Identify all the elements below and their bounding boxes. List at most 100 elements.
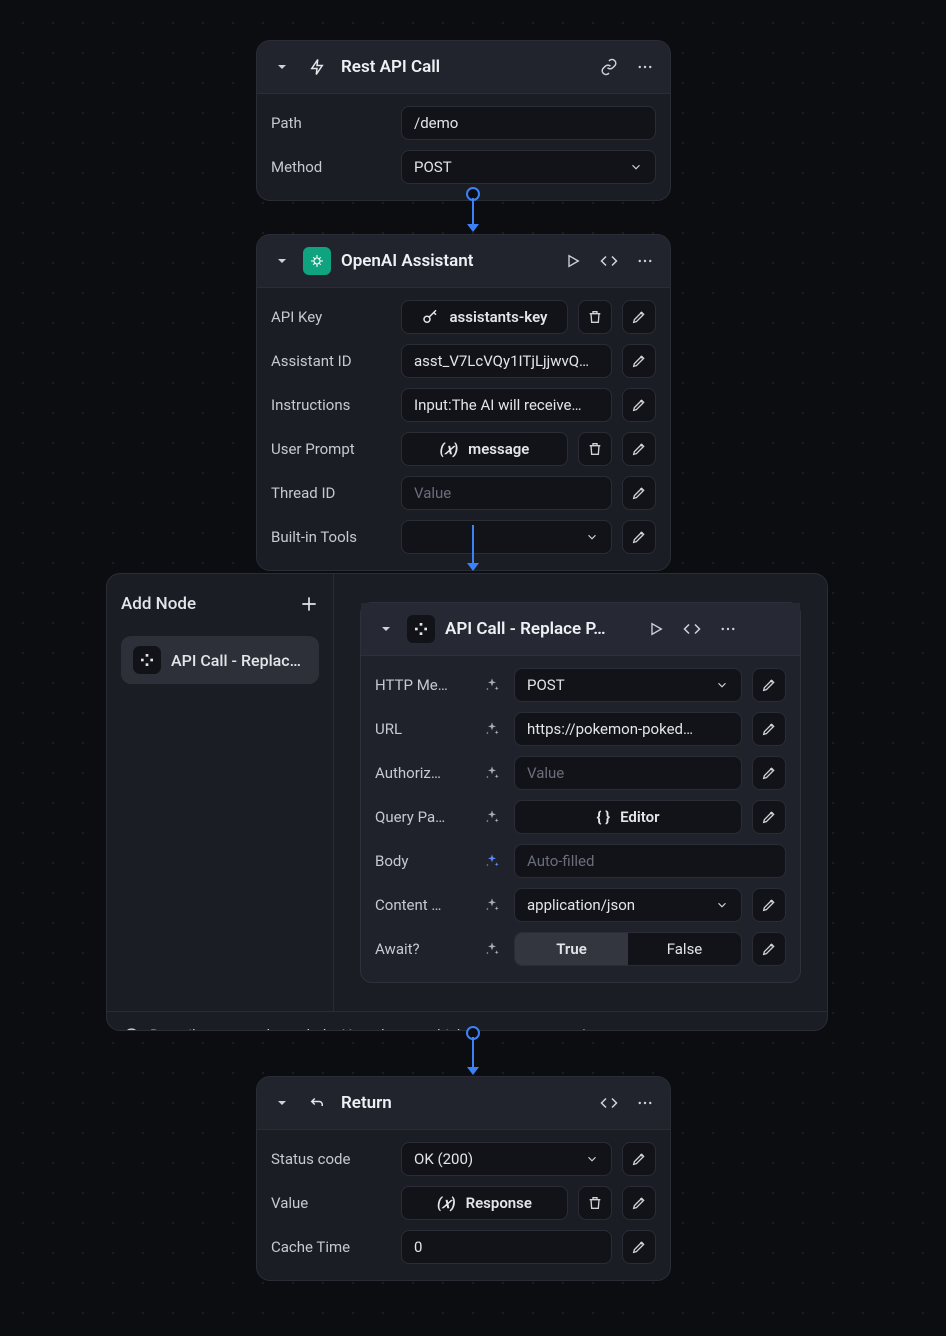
edit-button[interactable]	[622, 432, 656, 466]
await-true[interactable]: True	[515, 933, 628, 965]
collapse-caret[interactable]	[271, 56, 293, 78]
body-label: Body	[375, 852, 470, 870]
thread-id-label: Thread ID	[271, 484, 391, 502]
user-prompt-input[interactable]: (𝑥) message	[401, 432, 568, 466]
edit-button[interactable]	[752, 668, 786, 702]
method-select[interactable]: POST	[401, 150, 656, 184]
edit-button[interactable]	[622, 520, 656, 554]
http-method-select[interactable]: POST	[514, 668, 742, 702]
edit-button[interactable]	[622, 300, 656, 334]
node-header[interactable]: OpenAI Assistant	[257, 235, 670, 288]
variable-icon: (𝑥)	[437, 1194, 456, 1212]
sparkle-icon[interactable]	[480, 853, 504, 869]
node-title: Return	[341, 1093, 588, 1113]
sparkle-icon[interactable]	[480, 809, 504, 825]
cache-time-input[interactable]: 0	[401, 1230, 612, 1264]
edit-button[interactable]	[622, 388, 656, 422]
thread-id-input[interactable]: Value	[401, 476, 612, 510]
connector	[472, 1037, 474, 1067]
edit-button[interactable]	[752, 932, 786, 966]
sidebar-item-label: API Call - Replac…	[171, 651, 301, 670]
authorization-label: Authoriz…	[375, 764, 470, 782]
node-openai-assistant[interactable]: OpenAI Assistant API Key	[256, 234, 671, 571]
cache-time-label: Cache Time	[271, 1238, 391, 1256]
edit-button[interactable]	[752, 756, 786, 790]
sparkle-icon[interactable]	[480, 677, 504, 693]
node-loop-container[interactable]: Add Node API Call - Replac…	[106, 573, 828, 1031]
await-toggle[interactable]: True False	[514, 932, 742, 966]
node-header[interactable]: API Call - Replace P…	[361, 603, 800, 656]
link-icon[interactable]	[598, 56, 620, 78]
node-rest-api[interactable]: Rest API Call Path /demo Method POST	[256, 40, 671, 201]
sparkle-icon[interactable]	[480, 721, 504, 737]
http-method-label: HTTP Me…	[375, 676, 470, 694]
key-icon	[421, 308, 439, 326]
delete-button[interactable]	[578, 300, 612, 334]
sparkle-icon[interactable]	[480, 897, 504, 913]
code-icon[interactable]	[681, 618, 703, 640]
more-icon[interactable]	[634, 56, 656, 78]
assistant-id-input[interactable]: asst_V7LcVQy1ITjLjjwvQ…	[401, 344, 612, 378]
value-label: Value	[271, 1194, 391, 1212]
node-return[interactable]: Return Status code OK (200) Value	[256, 1076, 671, 1281]
openai-icon	[303, 247, 331, 275]
canvas[interactable]: Rest API Call Path /demo Method POST	[0, 0, 946, 1336]
await-label: Await?	[375, 940, 470, 958]
content-type-select[interactable]: application/json	[514, 888, 742, 922]
instructions-label: Instructions	[271, 396, 391, 414]
more-icon[interactable]	[634, 250, 656, 272]
sparkle-icon[interactable]	[480, 765, 504, 781]
edit-button[interactable]	[752, 800, 786, 834]
status-code-select[interactable]: OK (200)	[401, 1142, 612, 1176]
edit-button[interactable]	[752, 888, 786, 922]
apikey-input[interactable]: assistants-key	[401, 300, 568, 334]
arrow-head-icon	[467, 224, 479, 232]
collapse-caret[interactable]	[271, 1092, 293, 1114]
path-input[interactable]: /demo	[401, 106, 656, 140]
return-icon	[303, 1089, 331, 1117]
url-label: URL	[375, 720, 470, 738]
instructions-input[interactable]: Input:The AI will receive…	[401, 388, 612, 422]
container-sidebar: Add Node API Call - Replac…	[107, 574, 334, 1011]
sidebar-item-api-call[interactable]: API Call - Replac…	[121, 636, 319, 684]
user-prompt-label: User Prompt	[271, 440, 391, 458]
node-header[interactable]: Return	[257, 1077, 670, 1130]
edit-button[interactable]	[622, 1142, 656, 1176]
sparkle-icon[interactable]	[480, 941, 504, 957]
chevron-down-icon	[629, 160, 643, 174]
connector	[472, 525, 474, 563]
node-title: Rest API Call	[341, 57, 588, 77]
builtin-tools-select[interactable]	[401, 520, 612, 554]
edit-button[interactable]	[622, 1230, 656, 1264]
url-input[interactable]: https://pokemon-poked…	[514, 712, 742, 746]
more-icon[interactable]	[717, 618, 739, 640]
query-params-editor[interactable]: { } Editor	[514, 800, 742, 834]
arrow-head-icon	[467, 1067, 479, 1075]
delete-button[interactable]	[578, 1186, 612, 1220]
delete-button[interactable]	[578, 432, 612, 466]
api-icon	[133, 646, 161, 674]
code-icon[interactable]	[598, 1092, 620, 1114]
query-params-label: Query Pa…	[375, 808, 470, 826]
add-node-button[interactable]: Add Node	[121, 590, 319, 622]
authorization-input[interactable]: Value	[514, 756, 742, 790]
edit-button[interactable]	[622, 476, 656, 510]
more-icon[interactable]	[634, 1092, 656, 1114]
lightning-icon	[303, 53, 331, 81]
node-header[interactable]: Rest API Call	[257, 41, 670, 94]
assistant-id-label: Assistant ID	[271, 352, 391, 370]
play-icon[interactable]	[645, 618, 667, 640]
content-type-label: Content …	[375, 896, 470, 914]
value-input[interactable]: (𝑥) Response	[401, 1186, 568, 1220]
edit-button[interactable]	[622, 344, 656, 378]
collapse-caret[interactable]	[375, 618, 397, 640]
node-api-call[interactable]: API Call - Replace P…	[360, 602, 801, 983]
play-icon[interactable]	[562, 250, 584, 272]
learn-more-link[interactable]: Learn more.	[582, 1026, 662, 1031]
edit-button[interactable]	[752, 712, 786, 746]
code-icon[interactable]	[598, 250, 620, 272]
collapse-caret[interactable]	[271, 250, 293, 272]
builtin-tools-label: Built-in Tools	[271, 528, 391, 546]
await-false[interactable]: False	[628, 933, 741, 965]
edit-button[interactable]	[622, 1186, 656, 1220]
